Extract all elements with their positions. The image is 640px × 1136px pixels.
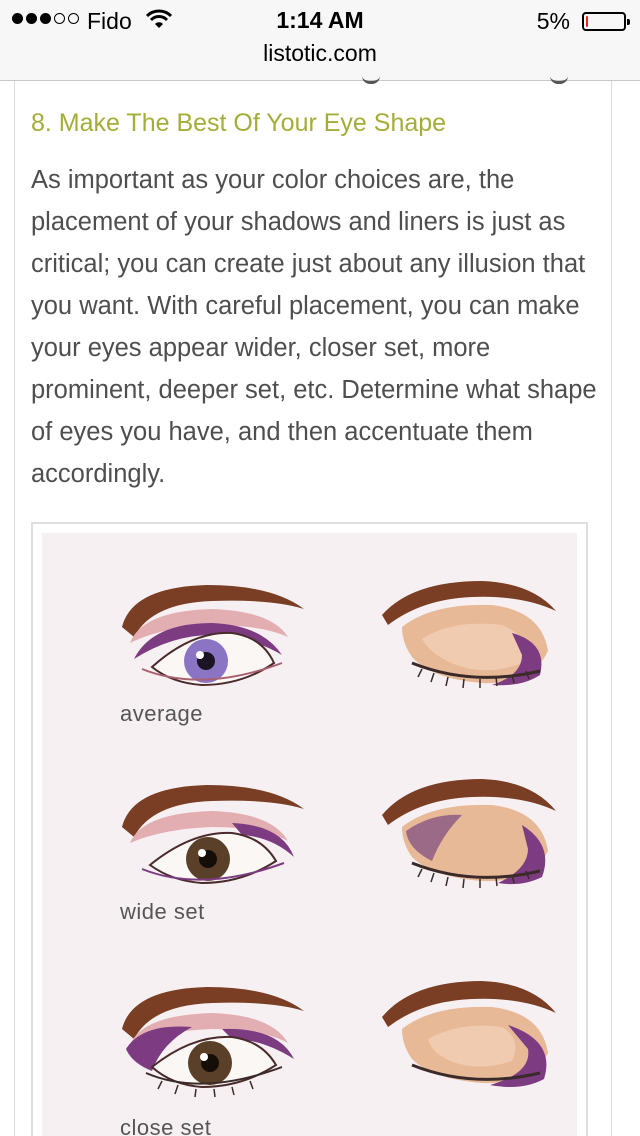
cutoff-image-edge <box>550 75 568 84</box>
address-bar[interactable]: listotic.com <box>0 40 640 81</box>
wide-set-closed-eye <box>382 779 556 889</box>
eye-caption: wide set <box>120 899 205 924</box>
url-text[interactable]: listotic.com <box>0 40 640 67</box>
close-set-open-eye <box>122 987 304 1098</box>
battery-level-fill <box>586 16 588 27</box>
cutoff-image-edge <box>362 75 380 84</box>
battery-icon <box>582 12 630 31</box>
article: 8. Make The Best Of Your Eye Shape As im… <box>0 81 640 1136</box>
content-border-left <box>14 81 15 1136</box>
section-heading: 8. Make The Best Of Your Eye Shape <box>31 109 447 137</box>
status-bar: Fido 1:14 AM 5% <box>0 0 640 40</box>
close-set-closed-eye <box>382 981 556 1087</box>
battery-percentage: 5% <box>536 8 570 34</box>
illustration-canvas: average wide set close set <box>42 533 577 1136</box>
average-open-eye <box>122 585 304 687</box>
eye-shape-illustration: average wide set close set <box>31 522 588 1136</box>
screen: Fido 1:14 AM 5% listotic.com 8. Make The… <box>0 0 640 1136</box>
eye-caption: close set <box>120 1115 212 1136</box>
wide-set-open-eye <box>122 785 304 885</box>
section-body: As important as your color choices are, … <box>31 166 597 488</box>
average-closed-eye <box>382 581 556 689</box>
eye-caption: average <box>120 701 204 726</box>
content-border-right <box>611 81 612 1136</box>
